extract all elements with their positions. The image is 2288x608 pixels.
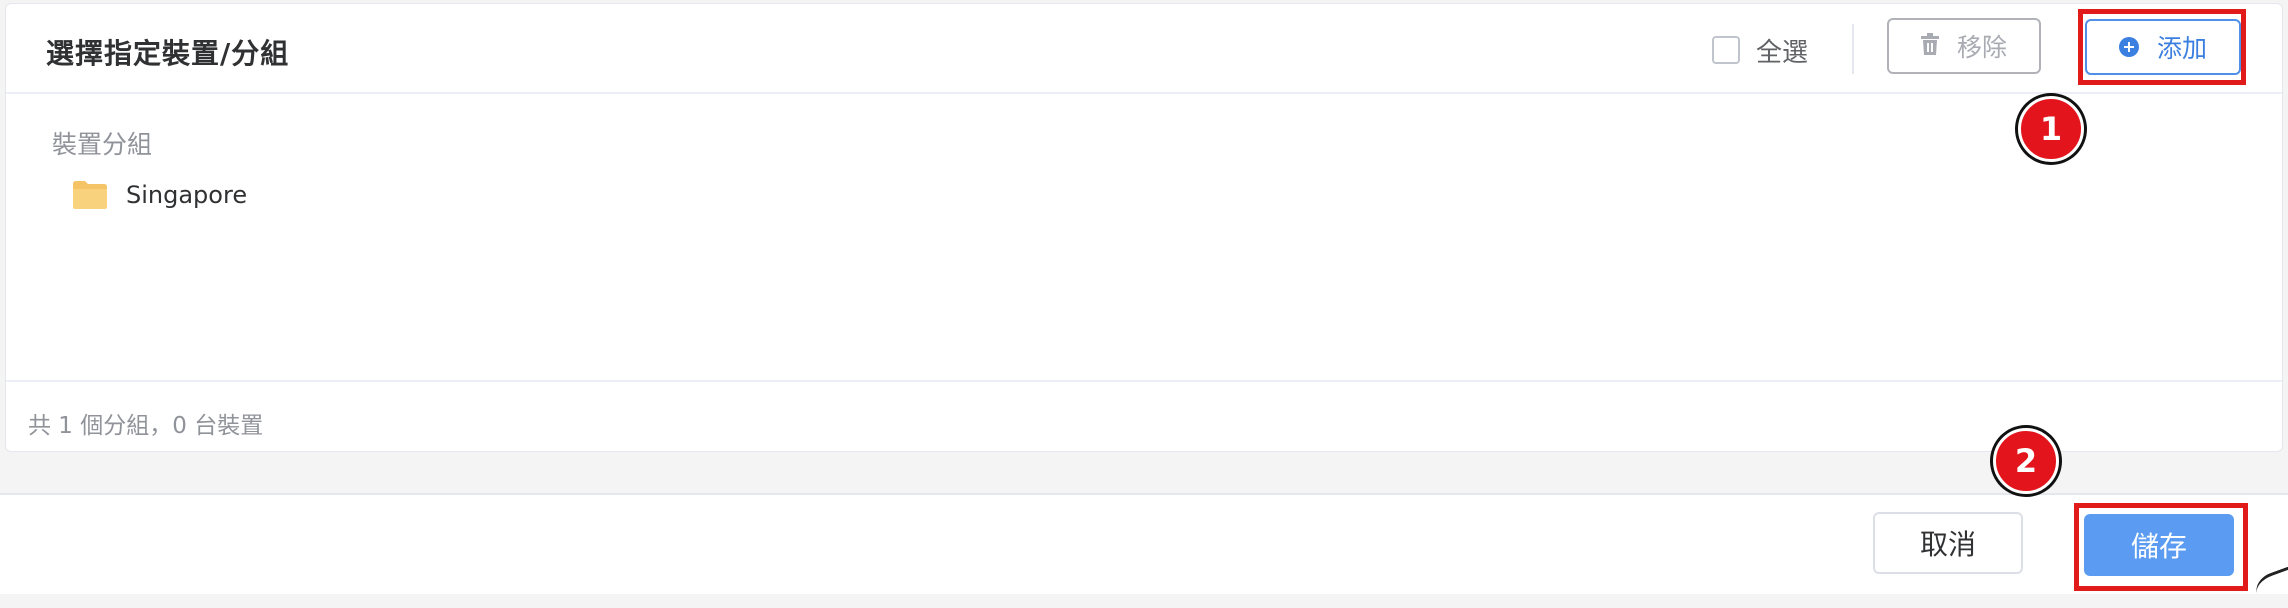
- add-button-label: 添加: [2156, 34, 2207, 63]
- plus-circle-icon: [2118, 37, 2139, 57]
- cancel-button[interactable]: 取消: [1873, 512, 2023, 574]
- step-badge-2: 2: [1993, 428, 2059, 494]
- select-all-checkbox[interactable]: [1712, 36, 1740, 64]
- select-all-control[interactable]: 全選: [1712, 33, 1809, 68]
- step-badge-1: 1: [2018, 96, 2084, 162]
- remove-button[interactable]: 移除: [1887, 18, 2041, 74]
- header-divider: [1852, 24, 1854, 74]
- group-item-singapore[interactable]: Singapore: [72, 180, 247, 210]
- add-button[interactable]: 添加: [2085, 19, 2241, 75]
- trash-icon: [1920, 32, 1939, 61]
- group-name: Singapore: [126, 181, 248, 209]
- section-label-device-groups: 裝置分組: [52, 130, 153, 159]
- select-all-label: 全選: [1756, 37, 1809, 68]
- panel-title: 選擇指定裝置/分組: [46, 37, 290, 70]
- remove-button-label: 移除: [1956, 33, 2007, 62]
- panel-footer-divider: [6, 380, 2282, 382]
- folder-icon: [72, 180, 108, 210]
- save-button[interactable]: 儲存: [2084, 514, 2234, 576]
- selection-summary: 共 1 個分組，0 台裝置: [28, 413, 264, 439]
